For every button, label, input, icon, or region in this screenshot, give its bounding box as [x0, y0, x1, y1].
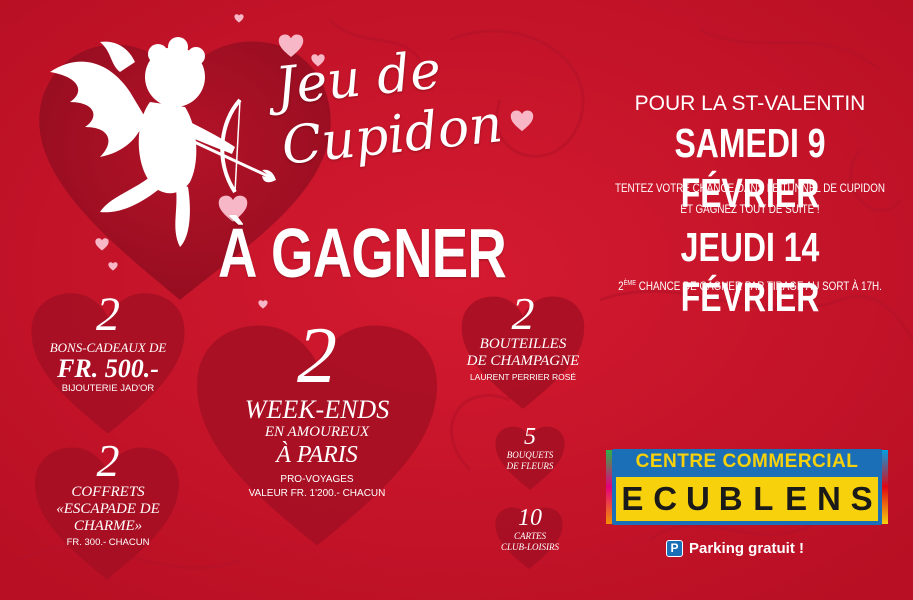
prize-line: EN AMOUREUX [264, 424, 370, 440]
prize-count: 2 [96, 288, 120, 341]
prize-weekends: 2 WEEK-ENDS EN AMOUREUX À PARIS PRO-VOYA… [202, 316, 432, 501]
logo-letter: N [812, 477, 846, 521]
prize-line: DE CHAMPAGNE [466, 353, 580, 369]
gagnez-text: ET GAGNEZ TOUT DE SUITE ! [680, 202, 820, 216]
prize-count: 2 [297, 312, 337, 400]
prize-line: COFFRETS [71, 484, 145, 500]
logo-letter: E [616, 477, 649, 521]
prize-line: DE FLEURS [506, 461, 554, 471]
prize-bons: 2 BONS-CADEAUX DE FR. 500.- BIJOUTERIE J… [28, 290, 188, 396]
heart-icon [258, 300, 268, 309]
tentez-text: TENTEZ VOTRE CHANCE DANS LE TUNNEL DE CU… [614, 181, 886, 195]
logo-letter: L [747, 477, 780, 521]
logo-strip-right [882, 450, 888, 524]
a-gagner-heading: À GAGNER [218, 214, 507, 292]
prize-count: 10 [518, 505, 542, 531]
logo-letter: U [681, 477, 715, 521]
chance-sup: ÈME [623, 280, 637, 287]
prize-line: À PARIS [276, 442, 358, 468]
prize-line: «ESCAPADE DE [56, 501, 160, 517]
logo-letter: B [714, 477, 747, 521]
parking-info: P Parking gratuit ! [666, 540, 804, 557]
prize-count: 2 [96, 435, 120, 486]
prize-bouquets: 5 BOUQUETS DE FLEURS [488, 424, 572, 472]
prize-line: CARTES [513, 531, 546, 541]
prize-line: BOUQUETS [506, 450, 554, 460]
logo-letter: E [779, 477, 813, 521]
logo-letter: C [648, 477, 682, 521]
prize-bouteilles: 2 BOUTEILLES DE CHAMPAGNE LAURENT PERRIE… [452, 288, 594, 384]
prize-line: BOUTEILLES [479, 336, 567, 352]
prize-sub: LAURENT PERRIER ROSÉ [469, 372, 577, 382]
prize-line: CLUB-LOISIRS [501, 542, 559, 552]
prize-line: FR. 500.- [57, 354, 159, 383]
prize-sub: FR. 300.- CHACUN [66, 537, 150, 548]
prize-sub: PRO-VOYAGES [280, 474, 354, 485]
prize-sub: VALEUR FR. 1'200.- CHACUN [248, 488, 386, 499]
prize-count: 2 [511, 288, 535, 339]
parking-icon: P [666, 540, 683, 557]
prize-line: CHARME» [73, 518, 143, 534]
centre-commercial-logo[interactable]: CENTRE COMMERCIAL E C U B L E N S [612, 449, 882, 525]
chance-text: CHANCE DE GAGNER PAR TIRAGE AU SORT À 17… [636, 279, 882, 293]
date2-heading: JEUDI 14 FÉVRIER [680, 224, 820, 320]
logo-strip-left [606, 450, 612, 524]
parking-text: Parking gratuit ! [689, 540, 805, 557]
heart-icon [108, 262, 118, 271]
prize-coffrets: 2 COFFRETS «ESCAPADE DE CHARME» FR. 300.… [28, 438, 188, 551]
second-chance-text: 2ÈME CHANCE DE GAGNER PAR TIRAGE AU SORT… [594, 276, 906, 294]
prize-sub: BIJOUTERIE JAD'OR [61, 383, 155, 394]
prize-line: WEEK-ENDS [244, 395, 390, 424]
logo-letter: S [845, 477, 878, 521]
prize-cartes: 10 CARTES CLUB-LOISIRS [484, 505, 576, 553]
intro-text: POUR LA ST-VALENTIN [634, 92, 866, 115]
logo-letters: E C U B L E N S [616, 477, 878, 521]
logo-line1: CENTRE COMMERCIAL [635, 451, 859, 472]
prize-count: 5 [524, 424, 536, 450]
